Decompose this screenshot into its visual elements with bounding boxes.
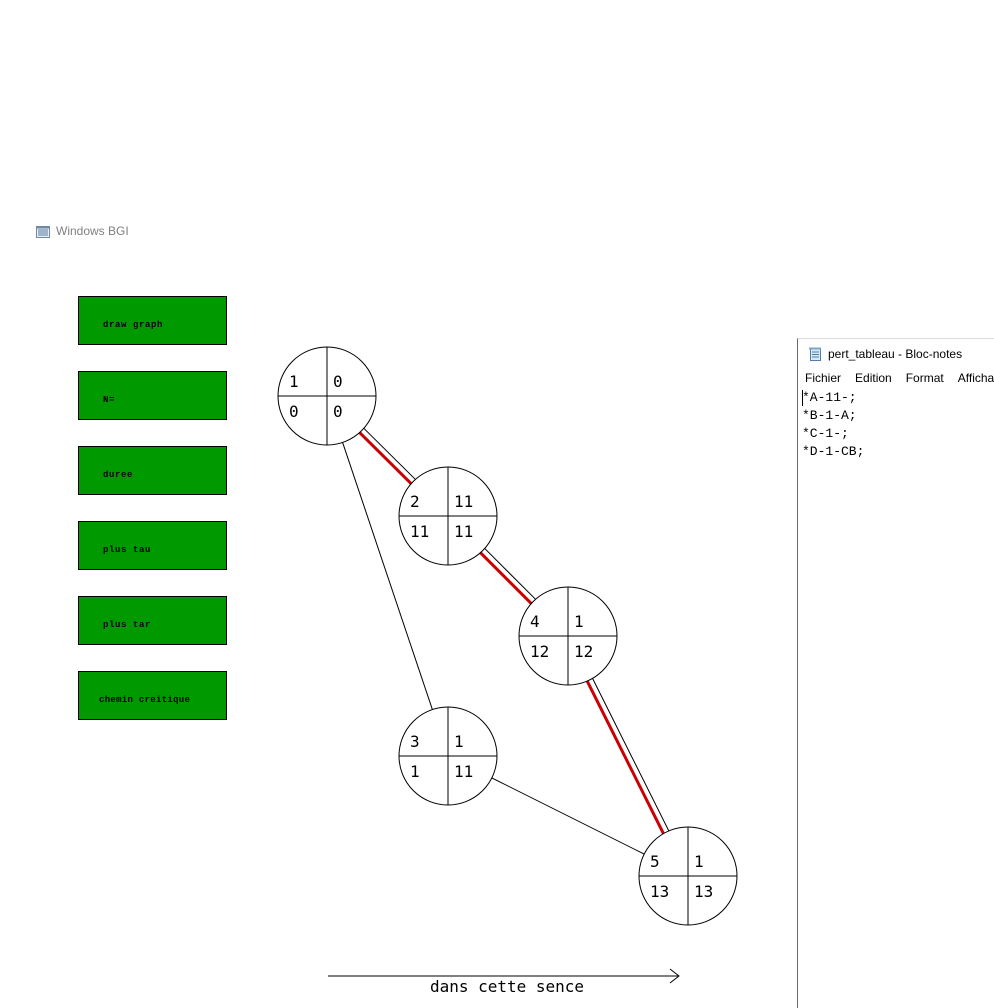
node-id: 3 — [410, 732, 420, 751]
node-latest: 13 — [694, 882, 713, 901]
node-id: 1 — [289, 372, 299, 391]
node-duration: 1 — [694, 852, 704, 871]
notepad-window[interactable]: pert_tableau - Bloc-notes Fichier Editio… — [797, 338, 994, 1008]
node-earliest: 1 — [410, 762, 420, 781]
critical-path-line — [476, 548, 536, 608]
node-duration: 11 — [454, 492, 473, 511]
edge-line — [481, 545, 539, 603]
text-line: *A-11-; — [802, 390, 857, 405]
pert-node-1: 1 0 0 0 — [277, 346, 377, 446]
node-id: 4 — [530, 612, 540, 631]
edge-3-5 — [488, 775, 648, 857]
menu-edition[interactable]: Edition — [848, 369, 899, 387]
edge-line — [590, 674, 672, 835]
node-latest: 0 — [333, 402, 343, 421]
menu-format[interactable]: Format — [899, 369, 951, 387]
node-latest: 11 — [454, 762, 473, 781]
critical-path-line — [584, 676, 667, 838]
text-line: *D-1-CB; — [802, 444, 865, 459]
notepad-title: pert_tableau - Bloc-notes — [828, 347, 963, 361]
notepad-icon — [808, 347, 822, 361]
node-latest: 12 — [574, 642, 593, 661]
node-earliest: 12 — [530, 642, 549, 661]
node-duration: 1 — [574, 612, 584, 631]
notepad-titlebar: pert_tableau - Bloc-notes — [808, 345, 962, 363]
node-earliest: 0 — [289, 402, 299, 421]
critical-path-line — [355, 428, 415, 488]
edge-2-4 — [476, 545, 539, 608]
node-latest: 11 — [454, 522, 473, 541]
node-id: 5 — [650, 852, 660, 871]
notepad-text-area[interactable]: *A-11-; *B-1-A; *C-1-; *D-1-CB; — [802, 389, 992, 1008]
pert-node-3: 3 11 11 — [398, 706, 498, 806]
node-duration: 0 — [333, 372, 343, 391]
node-id: 2 — [410, 492, 420, 511]
edge-line — [488, 775, 648, 857]
edge-1-2 — [355, 425, 419, 488]
pert-node-4: 4 1 12 12 — [518, 586, 618, 686]
edge-line — [360, 425, 419, 483]
edge-4-5 — [584, 674, 672, 838]
node-earliest: 11 — [410, 522, 429, 541]
node-duration: 1 — [454, 732, 464, 751]
menu-affichage[interactable]: Afficha — [951, 369, 994, 387]
text-line: *B-1-A; — [802, 408, 857, 423]
pert-node-2: 2 11 11 11 — [398, 466, 498, 566]
pert-node-5: 5 1 13 13 — [638, 826, 738, 926]
notepad-menubar: Fichier Edition Format Afficha — [798, 369, 994, 387]
direction-label: dans cette sence — [430, 977, 584, 996]
node-earliest: 13 — [650, 882, 669, 901]
menu-fichier[interactable]: Fichier — [798, 369, 848, 387]
text-line: *C-1-; — [802, 426, 849, 441]
